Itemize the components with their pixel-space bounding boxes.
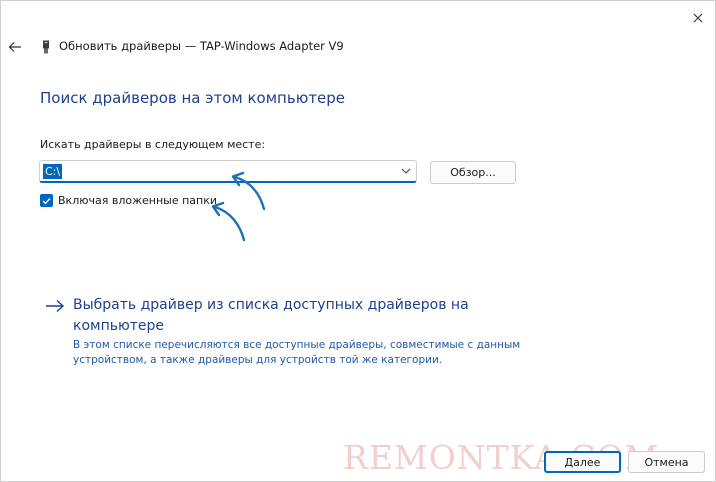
page-heading: Поиск драйверов на этом компьютере xyxy=(40,89,346,107)
path-value[interactable]: C:\ xyxy=(43,164,63,179)
browse-button[interactable]: Обзор... xyxy=(430,161,516,184)
cancel-button[interactable]: Отмена xyxy=(628,451,705,473)
checkmark-icon xyxy=(42,197,51,205)
back-button[interactable] xyxy=(5,37,25,57)
window-title: Обновить драйверы — TAP-Windows Adapter … xyxy=(59,39,344,53)
arrow-right-icon[interactable] xyxy=(45,299,65,313)
include-subfolders-checkbox[interactable] xyxy=(40,194,53,207)
include-subfolders-label[interactable]: Включая вложенные папки xyxy=(58,194,217,207)
search-location-label: Искать драйверы в следующем месте: xyxy=(40,138,266,151)
chevron-down-icon[interactable] xyxy=(400,165,412,177)
back-arrow-icon xyxy=(8,42,21,52)
device-icon xyxy=(43,40,49,54)
next-button[interactable]: Далее xyxy=(544,451,621,473)
close-button[interactable] xyxy=(683,5,713,31)
pick-driver-link[interactable]: Выбрать драйвер из списка доступных драй… xyxy=(73,295,493,337)
pick-driver-description: В этом списке перечисляются все доступны… xyxy=(73,339,521,366)
dialog-window: Обновить драйверы — TAP-Windows Adapter … xyxy=(0,0,716,482)
close-icon xyxy=(693,13,703,23)
annotation-arrow-icon xyxy=(211,201,246,242)
